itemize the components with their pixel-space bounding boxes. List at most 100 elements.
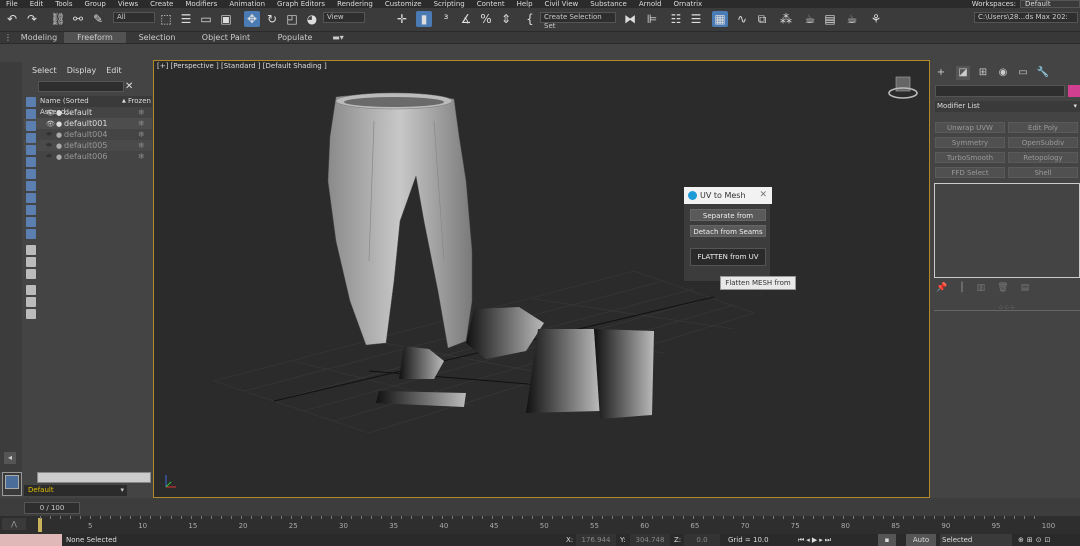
ribbon-options-icon[interactable]: ▬▾ bbox=[328, 32, 348, 43]
filter-bones-icon[interactable] bbox=[26, 193, 36, 203]
menu-display[interactable]: Display bbox=[67, 66, 97, 75]
filter-xrefs-icon[interactable] bbox=[26, 181, 36, 191]
symmetry-button[interactable]: Symmetry bbox=[935, 137, 1005, 148]
percent-snap-icon[interactable]: % bbox=[478, 11, 494, 27]
display-invert-icon[interactable] bbox=[26, 269, 36, 279]
tab-freeform[interactable]: Freeform bbox=[64, 32, 126, 43]
schematic-view-icon[interactable]: ⧉ bbox=[754, 11, 770, 27]
opensubdiv-button[interactable]: OpenSubdiv bbox=[1008, 137, 1078, 148]
scene-explorer-icon[interactable]: ☰ bbox=[688, 11, 704, 27]
track-bar-toggle-icon[interactable]: ⋀ bbox=[2, 518, 26, 530]
playback-controls[interactable]: ⏮◂▶▸⏭ bbox=[798, 534, 833, 546]
select-place-icon[interactable]: ◕ bbox=[304, 11, 320, 27]
set-key-button[interactable]: ▪ bbox=[878, 534, 896, 546]
filter-containers-icon[interactable] bbox=[26, 205, 36, 215]
filter-helpers-icon[interactable] bbox=[26, 145, 36, 155]
modifier-list-dropdown[interactable]: Modifier List ▾ bbox=[935, 101, 1080, 112]
menu-edit[interactable]: Edit bbox=[24, 0, 50, 8]
tab-modeling[interactable]: Modeling bbox=[16, 32, 62, 43]
spinner-snap-icon[interactable]: ⇕ bbox=[498, 11, 514, 27]
key-filter-dropdown[interactable]: Selected bbox=[940, 534, 1012, 546]
edit-poly-button[interactable]: Edit Poly bbox=[1008, 122, 1078, 133]
viewport-nav-icons[interactable]: ⊕⊞⊙⊡ bbox=[1018, 534, 1053, 546]
funnel-icon[interactable] bbox=[26, 285, 36, 295]
mirror-icon[interactable]: ⧓ bbox=[622, 11, 638, 27]
link-icon[interactable]: ⛓ bbox=[50, 11, 66, 27]
named-selection-set-dropdown[interactable]: Create Selection Set bbox=[540, 12, 616, 30]
list-item[interactable]: 👁 ● default ❄ bbox=[24, 107, 152, 118]
undo-icon[interactable]: ↶ bbox=[4, 11, 20, 27]
snaps-toggle-icon[interactable]: ³ bbox=[438, 11, 454, 27]
column-header[interactable]: Name (Sorted Ascend... ▲ Frozen bbox=[40, 96, 152, 116]
separate-from-seams-button[interactable]: Separate from Seams bbox=[690, 209, 766, 232]
close-icon[interactable]: ✕ bbox=[759, 187, 767, 204]
close-icon[interactable]: ✕ bbox=[125, 81, 137, 92]
modifier-stack[interactable] bbox=[934, 183, 1080, 278]
eye-icon[interactable]: 👁 bbox=[46, 120, 56, 128]
x-coordinate-field[interactable]: 176.944 bbox=[576, 534, 616, 546]
current-frame-marker[interactable] bbox=[38, 518, 42, 532]
material-editor-icon[interactable]: ⁂ bbox=[778, 11, 794, 27]
menu-scripting[interactable]: Scripting bbox=[428, 0, 471, 8]
list-item[interactable]: ⬬ ● default005 ❄ bbox=[24, 140, 152, 151]
pin-stack-icon[interactable]: 📌 bbox=[936, 283, 947, 295]
viewport-label[interactable]: [+] [Perspective ] [Standard ] [Default … bbox=[157, 62, 327, 70]
track-bar[interactable]: ⋀ 5 10 15 20 25 30 35 40 45 50 55 60 65 70 75 80 85 90 95 1… bbox=[0, 516, 1080, 534]
freeze-icon[interactable]: ❄ bbox=[138, 152, 152, 161]
selection-region-icon[interactable]: ▭ bbox=[198, 11, 214, 27]
filter-shapes-icon[interactable] bbox=[26, 109, 36, 119]
viewport-scene[interactable] bbox=[154, 61, 929, 497]
motion-tab-icon[interactable]: ◉ bbox=[996, 66, 1010, 80]
menu-animation[interactable]: Animation bbox=[223, 0, 271, 8]
layer-toggle[interactable] bbox=[2, 472, 22, 496]
configure-sets-icon[interactable]: ▤ bbox=[1021, 283, 1030, 295]
menu-edit[interactable]: Edit bbox=[106, 66, 122, 75]
hierarchy-tab-icon[interactable]: ⊞ bbox=[976, 66, 990, 80]
redo-icon[interactable]: ↷ bbox=[24, 11, 40, 27]
selection-filter-dropdown[interactable]: All bbox=[113, 12, 155, 23]
filter-icon[interactable] bbox=[26, 297, 36, 307]
menu-rendering[interactable]: Rendering bbox=[331, 0, 379, 8]
make-unique-icon[interactable]: ▥ bbox=[977, 283, 986, 295]
explorer-scrollbar[interactable] bbox=[37, 472, 151, 483]
select-scale-icon[interactable]: ◰ bbox=[284, 11, 300, 27]
remove-modifier-icon[interactable]: 🗑 bbox=[997, 283, 1008, 295]
menu-substance[interactable]: Substance bbox=[584, 0, 633, 8]
name-column[interactable]: Name (Sorted Ascend... bbox=[40, 96, 122, 116]
filter-geometry-icon[interactable] bbox=[26, 97, 36, 107]
list-item[interactable]: 👁 ● default001 ❄ bbox=[24, 118, 152, 129]
turbosmooth-button[interactable]: TurboSmooth bbox=[935, 152, 1005, 163]
find-field[interactable] bbox=[38, 81, 124, 92]
menu-customize[interactable]: Customize bbox=[379, 0, 428, 8]
menu-modifiers[interactable]: Modifiers bbox=[179, 0, 223, 8]
render-cloud-icon[interactable]: ⚘ bbox=[868, 11, 884, 27]
show-end-result-icon[interactable]: ┃ bbox=[959, 283, 964, 295]
menu-group[interactable]: Group bbox=[79, 0, 112, 8]
menu-graph-editors[interactable]: Graph Editors bbox=[271, 0, 331, 8]
menu-content[interactable]: Content bbox=[471, 0, 511, 8]
ribbon-toggle-icon[interactable]: ▦ bbox=[712, 11, 728, 27]
flatten-from-uv-button[interactable]: FLATTEN from UV bbox=[690, 248, 766, 266]
filter-spacewarps-icon[interactable] bbox=[26, 157, 36, 167]
filter-lights-icon[interactable] bbox=[26, 121, 36, 131]
menu-tools[interactable]: Tools bbox=[49, 0, 78, 8]
freeze-icon[interactable]: ❄ bbox=[138, 119, 152, 128]
expand-arrow-icon[interactable]: ◂ bbox=[4, 452, 16, 464]
select-move-icon[interactable]: ✥ bbox=[244, 11, 260, 27]
retopology-button[interactable]: Retopology bbox=[1008, 152, 1078, 163]
ffd-select-button[interactable]: FFD Select bbox=[935, 167, 1005, 178]
shell-button[interactable]: Shell bbox=[1008, 167, 1078, 178]
list-item[interactable]: ⬬ ● default006 ❄ bbox=[24, 151, 152, 162]
reference-coord-dropdown[interactable]: View bbox=[323, 12, 365, 23]
pivot-center-icon[interactable]: ✛ bbox=[394, 11, 410, 27]
select-object-icon[interactable]: ⬚ bbox=[158, 11, 174, 27]
eye-icon[interactable]: 👁 bbox=[46, 109, 56, 117]
viewcube-icon[interactable] bbox=[888, 76, 918, 99]
create-tab-icon[interactable]: + bbox=[934, 66, 948, 80]
time-slider[interactable]: 0 / 100 bbox=[24, 502, 80, 514]
render-setup-icon[interactable]: ☕ bbox=[802, 11, 818, 27]
list-item[interactable]: ⬬ ● default004 ❄ bbox=[24, 129, 152, 140]
select-manipulate-icon[interactable]: ▮ bbox=[416, 11, 432, 27]
freeze-icon[interactable]: ❄ bbox=[138, 130, 152, 139]
filter-cameras-icon[interactable] bbox=[26, 133, 36, 143]
